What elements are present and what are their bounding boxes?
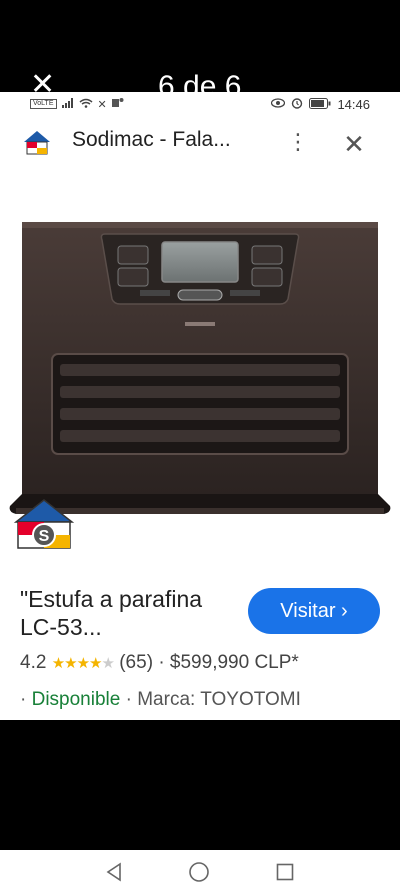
sodimac-badge-icon: S	[13, 499, 75, 549]
teams-app-icon	[111, 97, 124, 111]
volte-indicator: VoLTE	[30, 99, 57, 109]
clock-time: 14:46	[337, 97, 370, 112]
viewer-overlay: ✕ 6 de 6	[0, 0, 400, 92]
image-counter: 6 de 6	[158, 70, 242, 93]
product-card: VoLTE ✕ 14:46 Sodimac - Fala... ⋮ ✕ S "E…	[0, 92, 400, 720]
browser-toolbar: Sodimac - Fala... ⋮ ✕	[0, 120, 400, 166]
rating-price-row: 4.2 ★★★★★ (65) · $599,990 CLP*	[20, 652, 299, 674]
availability-status: Disponible	[31, 689, 121, 710]
rating-stars: ★★★★★	[51, 655, 115, 672]
review-count: (65)	[119, 652, 154, 673]
availability-row: · Disponible · Marca: TOYOTOMI	[20, 689, 301, 711]
more-options-icon[interactable]: ⋮	[287, 128, 309, 156]
alarm-icon	[291, 97, 303, 112]
x-app-icon: ✕	[97, 98, 107, 111]
recent-apps-icon[interactable]	[276, 863, 294, 881]
viewer-background	[0, 720, 400, 850]
close-icon[interactable]: ✕	[340, 130, 368, 158]
eye-comfort-icon	[271, 98, 286, 111]
brand: Marca: TOYOTOMI	[137, 689, 301, 710]
site-title[interactable]: Sodimac - Fala...	[72, 128, 231, 152]
product-title[interactable]: "Estufa a parafina LC-53...	[20, 585, 240, 641]
badge-letter: S	[39, 528, 50, 545]
battery-icon	[309, 97, 331, 112]
separator: ·	[125, 689, 132, 710]
viewer-close-button[interactable]: ✕	[30, 70, 55, 93]
wifi-icon	[79, 98, 93, 111]
back-icon[interactable]	[104, 862, 124, 882]
sodimac-logo-icon	[22, 129, 52, 157]
separator: ·	[20, 689, 27, 710]
price: $599,990 CLP*	[169, 652, 299, 673]
signal-icon	[61, 97, 74, 111]
status-bar: VoLTE ✕ 14:46	[0, 92, 400, 118]
system-nav-bar	[0, 850, 400, 895]
visit-button[interactable]: Visitar ›	[248, 588, 380, 634]
rating-value: 4.2	[20, 652, 47, 673]
separator: ·	[158, 652, 165, 673]
home-icon[interactable]	[188, 861, 210, 883]
